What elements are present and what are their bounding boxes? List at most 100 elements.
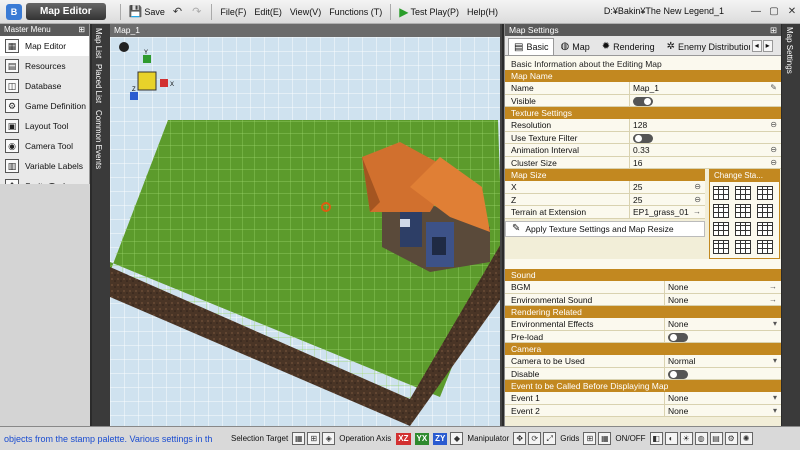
stepper-icon[interactable]: ⊖	[694, 181, 701, 193]
axis-zy-button[interactable]: ZY	[433, 432, 448, 445]
dropdown-icon[interactable]: ▾	[773, 392, 777, 404]
scale-gizmo-icon[interactable]: ⤢	[543, 432, 557, 445]
event-1-field[interactable]: None ▾	[665, 392, 781, 404]
stamp-button[interactable]	[713, 204, 729, 218]
dropdown-icon[interactable]: ⊖	[770, 157, 777, 169]
tab-scroll-left-button[interactable]: ◂	[751, 40, 762, 52]
tab-rendering[interactable]: ✹ Rendering	[596, 38, 661, 55]
grid-toggle-icon[interactable]: ▤	[709, 432, 723, 445]
menu-edit[interactable]: Edit(E)	[250, 2, 286, 22]
x-field[interactable]: 25 ⊖	[630, 181, 705, 193]
rotate-gizmo-icon[interactable]: ⟳	[528, 432, 542, 445]
grid-snap-icon[interactable]: ▦	[598, 432, 612, 445]
dropdown-icon[interactable]: ⊖	[770, 144, 777, 156]
tab-map-settings[interactable]: Map Settings	[785, 27, 794, 74]
dropdown-icon[interactable]: ⊖	[770, 119, 777, 131]
camera-disable-toggle[interactable]	[668, 369, 688, 379]
maximize-button[interactable]: ▢	[766, 4, 782, 20]
stamp-button[interactable]	[735, 186, 751, 200]
menu-item-layout-tool[interactable]: ▣ Layout Tool	[0, 116, 89, 136]
menu-file[interactable]: File(F)	[216, 2, 250, 22]
map-viewport[interactable]: Map_1 Y X Z	[110, 24, 502, 426]
undo-button[interactable]: ↶	[169, 2, 188, 22]
select-terrain-icon[interactable]: ⊞	[307, 432, 321, 445]
environmental-sound-field[interactable]: None →	[665, 294, 781, 306]
apply-texture-resize-button[interactable]: ✎ Apply Texture Settings and Map Resize	[505, 220, 705, 237]
dropdown-icon[interactable]: ▾	[773, 355, 777, 367]
map-settings-description: Basic Information about the Editing Map	[505, 56, 781, 70]
name-field[interactable]: Map_1 ✎	[630, 82, 781, 94]
map-scene[interactable]: Y X Z	[110, 37, 502, 426]
axis-xz-button[interactable]: XZ	[396, 432, 411, 445]
menu-item-game-definition[interactable]: ⚙ Game Definition	[0, 96, 89, 116]
menu-functions[interactable]: Functions (T)	[325, 2, 386, 22]
texture-filter-toggle[interactable]	[633, 133, 653, 143]
light-icon[interactable]: ☀	[679, 432, 693, 445]
stamp-button[interactable]	[735, 240, 751, 254]
resolution-field[interactable]: 128 ⊖	[630, 119, 781, 131]
stepper-icon[interactable]: ⊖	[694, 194, 701, 206]
pin-icon[interactable]: ⊞	[78, 25, 85, 35]
z-value: 25	[633, 194, 643, 205]
menu-item-map-editor[interactable]: ▦ Map Editor	[0, 36, 89, 56]
stamp-button[interactable]	[757, 186, 773, 200]
z-field[interactable]: 25 ⊖	[630, 194, 705, 206]
dropdown-icon[interactable]: ▾	[773, 318, 777, 330]
stamp-button[interactable]	[757, 240, 773, 254]
stamp-button[interactable]	[713, 240, 729, 254]
axis-yx-button[interactable]: YX	[414, 432, 430, 445]
minimize-button[interactable]: —	[748, 4, 764, 20]
manipulator-icon[interactable]: ◆	[450, 432, 464, 445]
gear-icon[interactable]: ✺	[739, 432, 753, 445]
section-texture-settings: Texture Settings	[505, 107, 781, 119]
tab-placed-list[interactable]: Placed List	[94, 64, 103, 103]
stamp-button[interactable]	[713, 186, 729, 200]
cube-icon[interactable]: ◧	[649, 432, 663, 445]
bgm-field[interactable]: None →	[665, 281, 781, 293]
cluster-size-field[interactable]: 16 ⊖	[630, 157, 781, 169]
tab-scroll-right-button[interactable]: ▸	[762, 40, 773, 52]
arrow-right-icon[interactable]: →	[769, 294, 777, 306]
settings-icon[interactable]: ⚙	[724, 432, 738, 445]
right-vertical-tabs: Map Settings	[782, 24, 800, 426]
animation-interval-field[interactable]: 0.33 ⊖	[630, 144, 781, 156]
menu-item-variable-labels[interactable]: ▥ Variable Labels	[0, 156, 89, 176]
visible-toggle[interactable]	[633, 96, 653, 106]
dropdown-icon[interactable]: ▾	[773, 405, 777, 417]
redo-button[interactable]: ↷	[188, 2, 207, 22]
collision-icon[interactable]: ◍	[694, 432, 708, 445]
edit-icon[interactable]: ✎	[770, 82, 777, 94]
pin-icon[interactable]: ⊞	[770, 25, 777, 35]
menu-item-database[interactable]: ◫ Database	[0, 76, 89, 96]
terrain-extension-field[interactable]: EP1_grass_01 →	[630, 206, 705, 218]
stamp-button[interactable]	[757, 204, 773, 218]
tab-map[interactable]: ◍ Map	[554, 38, 595, 55]
select-event-icon[interactable]: ◈	[322, 432, 336, 445]
environmental-effects-field[interactable]: None ▾	[665, 318, 781, 330]
tab-common-events[interactable]: Common Events	[94, 110, 103, 169]
grid-icon[interactable]: ⊞	[583, 432, 597, 445]
move-gizmo-icon[interactable]: ✥	[513, 432, 527, 445]
event-2-field[interactable]: None ▾	[665, 405, 781, 417]
test-play-button[interactable]: ▶ Test Play(P)	[395, 2, 463, 22]
tab-enemy-distribution[interactable]: ✲ Enemy Distribution	[661, 38, 751, 55]
stamp-button[interactable]	[757, 222, 773, 236]
camera-used-field[interactable]: Normal ▾	[665, 355, 781, 367]
save-button[interactable]: 💾 Save	[125, 2, 169, 22]
stamp-button[interactable]	[735, 204, 751, 218]
shadow-icon[interactable]: ◐	[664, 432, 678, 445]
menu-item-resources[interactable]: ▤ Resources	[0, 56, 89, 76]
select-object-icon[interactable]: ▦	[292, 432, 306, 445]
menu-help[interactable]: Help(H)	[463, 2, 502, 22]
menu-item-camera-tool[interactable]: ◉ Camera Tool	[0, 136, 89, 156]
menu-view[interactable]: View(V)	[286, 2, 325, 22]
undo-icon: ↶	[172, 6, 183, 18]
arrow-right-icon[interactable]: →	[769, 281, 777, 293]
tab-basic[interactable]: ▤ Basic	[508, 38, 555, 55]
preload-toggle[interactable]	[668, 332, 688, 342]
close-button[interactable]: ✕	[784, 4, 800, 20]
tab-map-list[interactable]: Map List	[94, 28, 103, 58]
arrow-right-icon[interactable]: →	[693, 206, 701, 218]
stamp-button[interactable]	[713, 222, 729, 236]
stamp-button[interactable]	[735, 222, 751, 236]
